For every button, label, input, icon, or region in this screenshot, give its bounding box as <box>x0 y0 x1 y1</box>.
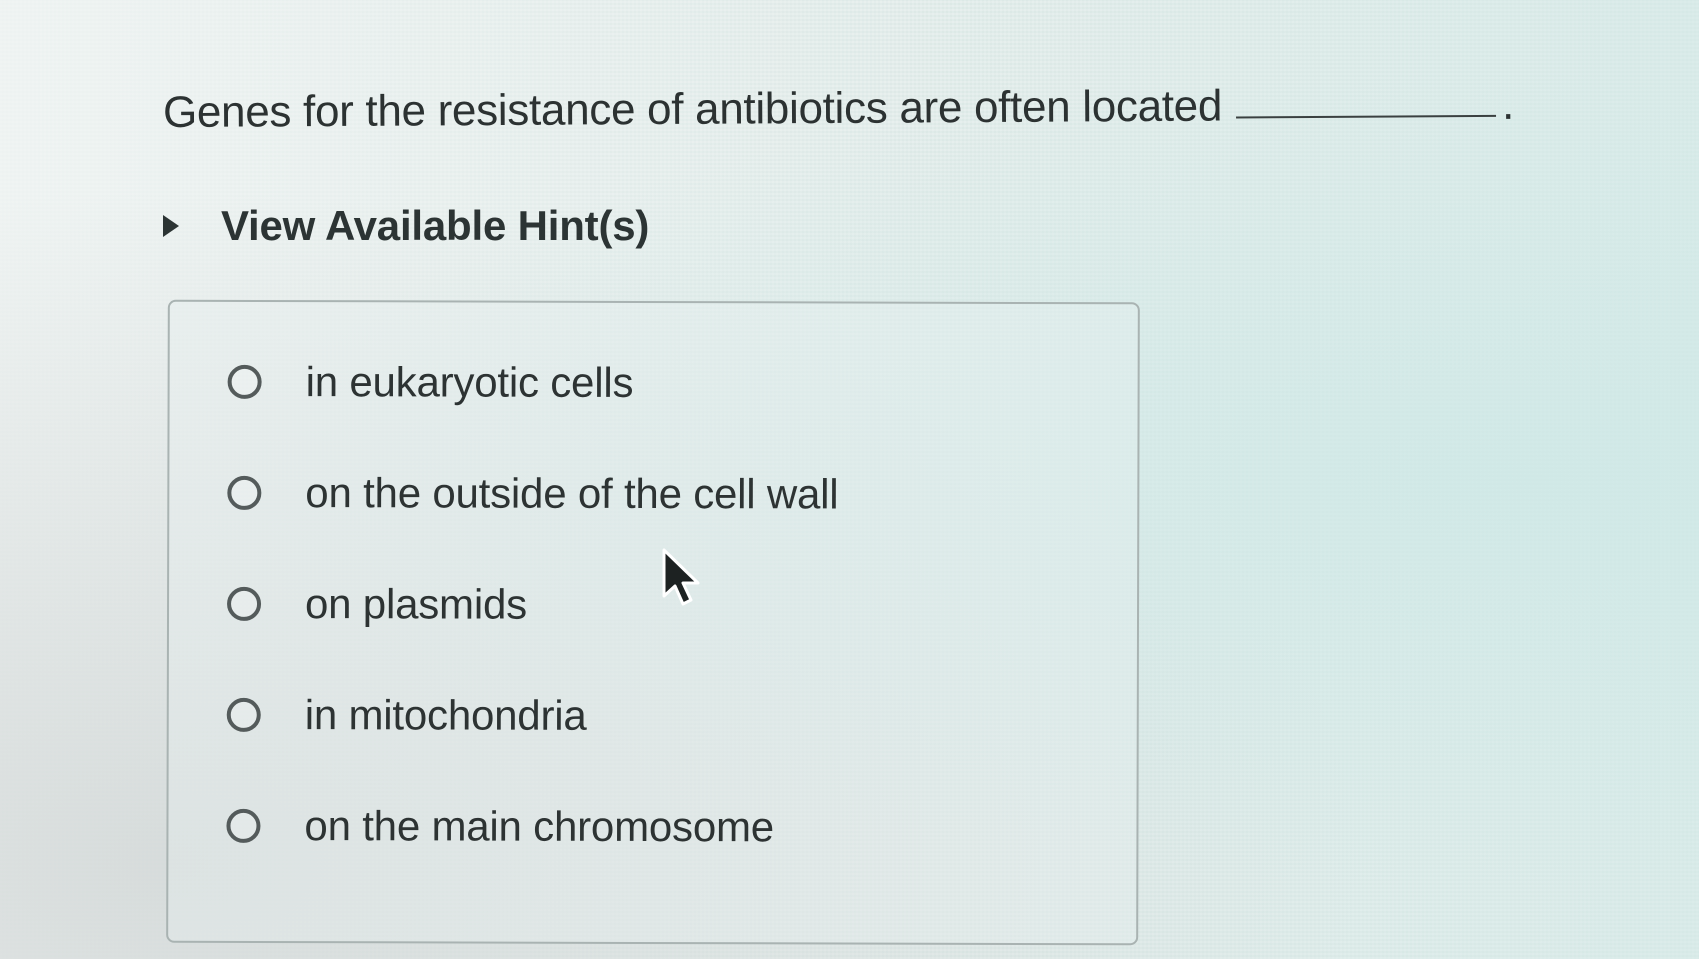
option-in-eukaryotic-cells[interactable]: in eukaryotic cells <box>227 358 634 407</box>
question-end-mark: . <box>1501 79 1515 129</box>
view-hints-toggle[interactable]: View Available Hint(s) <box>163 202 649 250</box>
radio-button[interactable] <box>227 475 262 510</box>
question-prompt: Genes for the resistance of antibiotics … <box>163 80 1514 138</box>
radio-button[interactable] <box>227 586 262 621</box>
option-label: in mitochondria <box>304 691 587 739</box>
option-label: on the outside of the cell wall <box>305 469 839 518</box>
answer-options-group: in eukaryotic cells on the outside of th… <box>166 299 1140 946</box>
option-outside-cell-wall[interactable]: on the outside of the cell wall <box>227 469 839 519</box>
view-hints-label: View Available Hint(s) <box>221 202 650 249</box>
question-text: Genes for the resistance of antibiotics … <box>162 81 1223 137</box>
answer-blank <box>1236 114 1497 119</box>
mouse-pointer-icon <box>662 548 700 606</box>
radio-button[interactable] <box>226 697 261 732</box>
option-label: on plasmids <box>304 580 528 628</box>
option-label: in eukaryotic cells <box>305 358 634 406</box>
radio-button[interactable] <box>226 808 261 843</box>
radio-button[interactable] <box>227 364 262 399</box>
caret-right-icon <box>163 215 179 237</box>
option-label: on the main chromosome <box>304 802 775 851</box>
option-on-plasmids[interactable]: on plasmids <box>227 580 527 629</box>
option-main-chromosome[interactable]: on the main chromosome <box>226 802 774 851</box>
option-in-mitochondria[interactable]: in mitochondria <box>226 691 587 740</box>
